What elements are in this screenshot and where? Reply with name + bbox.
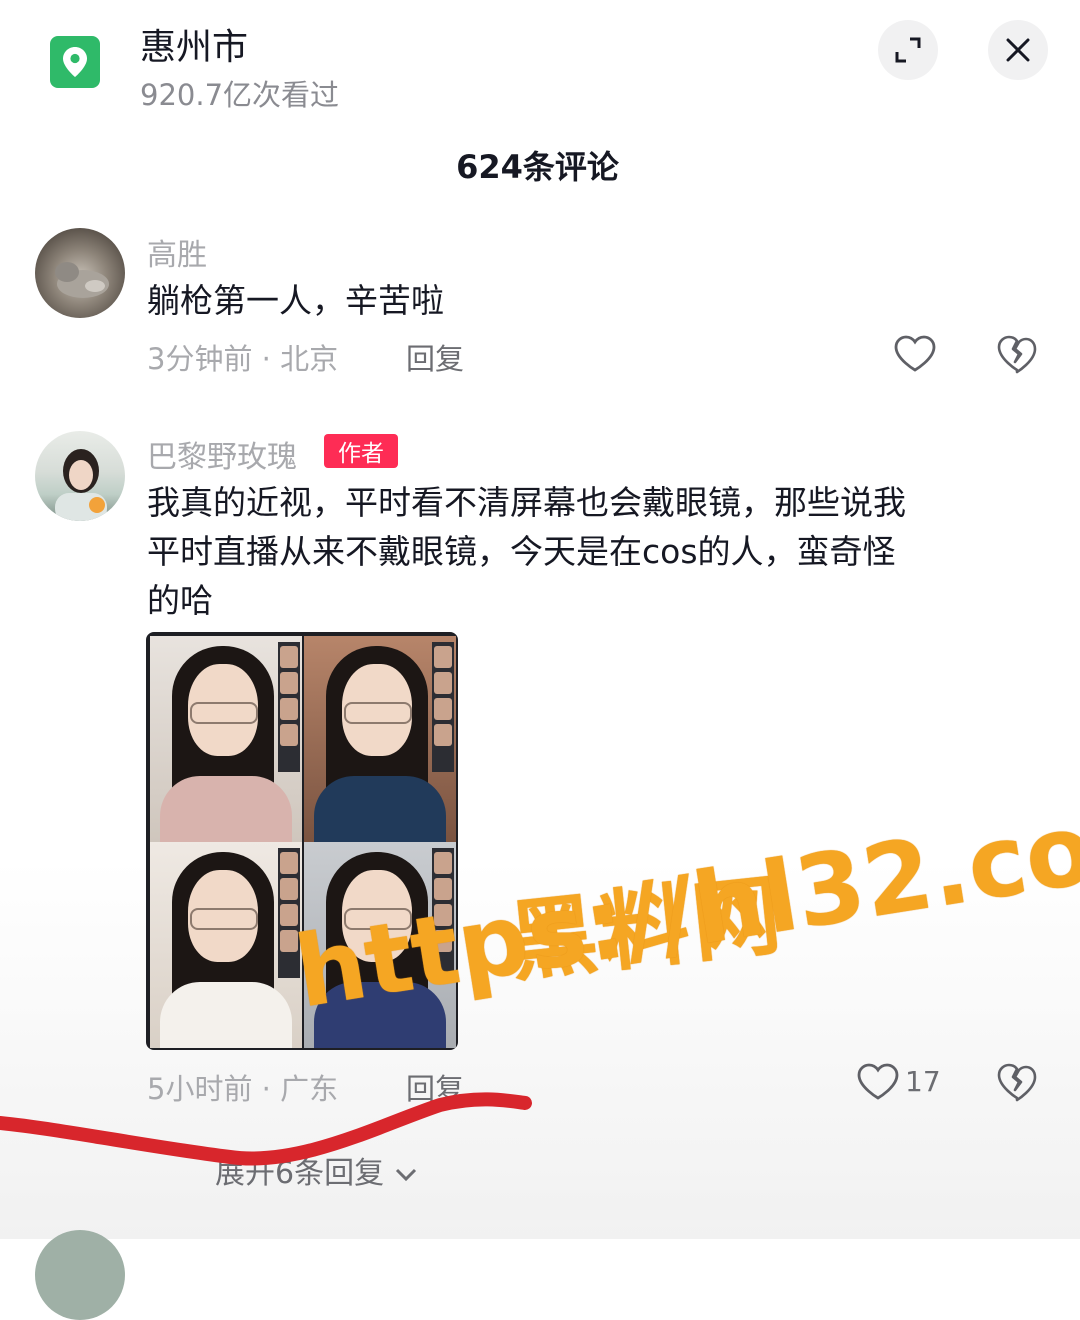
close-icon — [1006, 38, 1030, 62]
photo-cell — [150, 636, 302, 842]
views-count: 920.7亿次看过 — [140, 78, 340, 112]
comment-text-line: 我真的近视，平时看不清屏幕也会戴眼镜，那些说我 — [147, 483, 906, 522]
red-scribble-mark — [0, 1092, 532, 1166]
photo-cell — [150, 842, 302, 1048]
expand-button[interactable] — [878, 20, 938, 80]
comment-text: 躺枪第一人，辛苦啦 — [147, 281, 444, 320]
comments-count-title: 624条评论 — [456, 148, 619, 186]
heart-icon[interactable] — [856, 1062, 900, 1102]
broken-heart-icon[interactable] — [996, 1062, 1038, 1102]
comment-text: 我真的近视，平时看不清屏幕也会戴眼镜，那些说我 平时直播从来不戴眼镜，今天是在c… — [147, 478, 906, 625]
author-badge: 作者 — [324, 434, 398, 468]
avatar[interactable] — [35, 228, 125, 318]
close-button[interactable] — [988, 20, 1048, 80]
like-count: 17 — [905, 1065, 941, 1098]
photo-cell — [304, 636, 456, 842]
avatar[interactable] — [35, 431, 125, 521]
expand-icon — [895, 37, 921, 63]
comment-username[interactable]: 高胜 — [147, 230, 207, 274]
map-pin-icon — [50, 36, 100, 88]
comment-text-line: 的哈 — [147, 581, 213, 620]
avatar[interactable] — [35, 1230, 125, 1320]
comment-text-line: 平时直播从来不戴眼镜，今天是在cos的人，蛮奇怪 — [147, 532, 896, 571]
location-title[interactable]: 惠州市 — [140, 18, 248, 70]
comment-username[interactable]: 巴黎野玫瑰 — [147, 432, 297, 476]
reply-button[interactable]: 回复 — [406, 336, 464, 378]
comment-meta: 3分钟前 · 北京 — [147, 342, 339, 376]
broken-heart-icon[interactable] — [996, 334, 1038, 374]
heart-icon[interactable] — [893, 334, 937, 374]
